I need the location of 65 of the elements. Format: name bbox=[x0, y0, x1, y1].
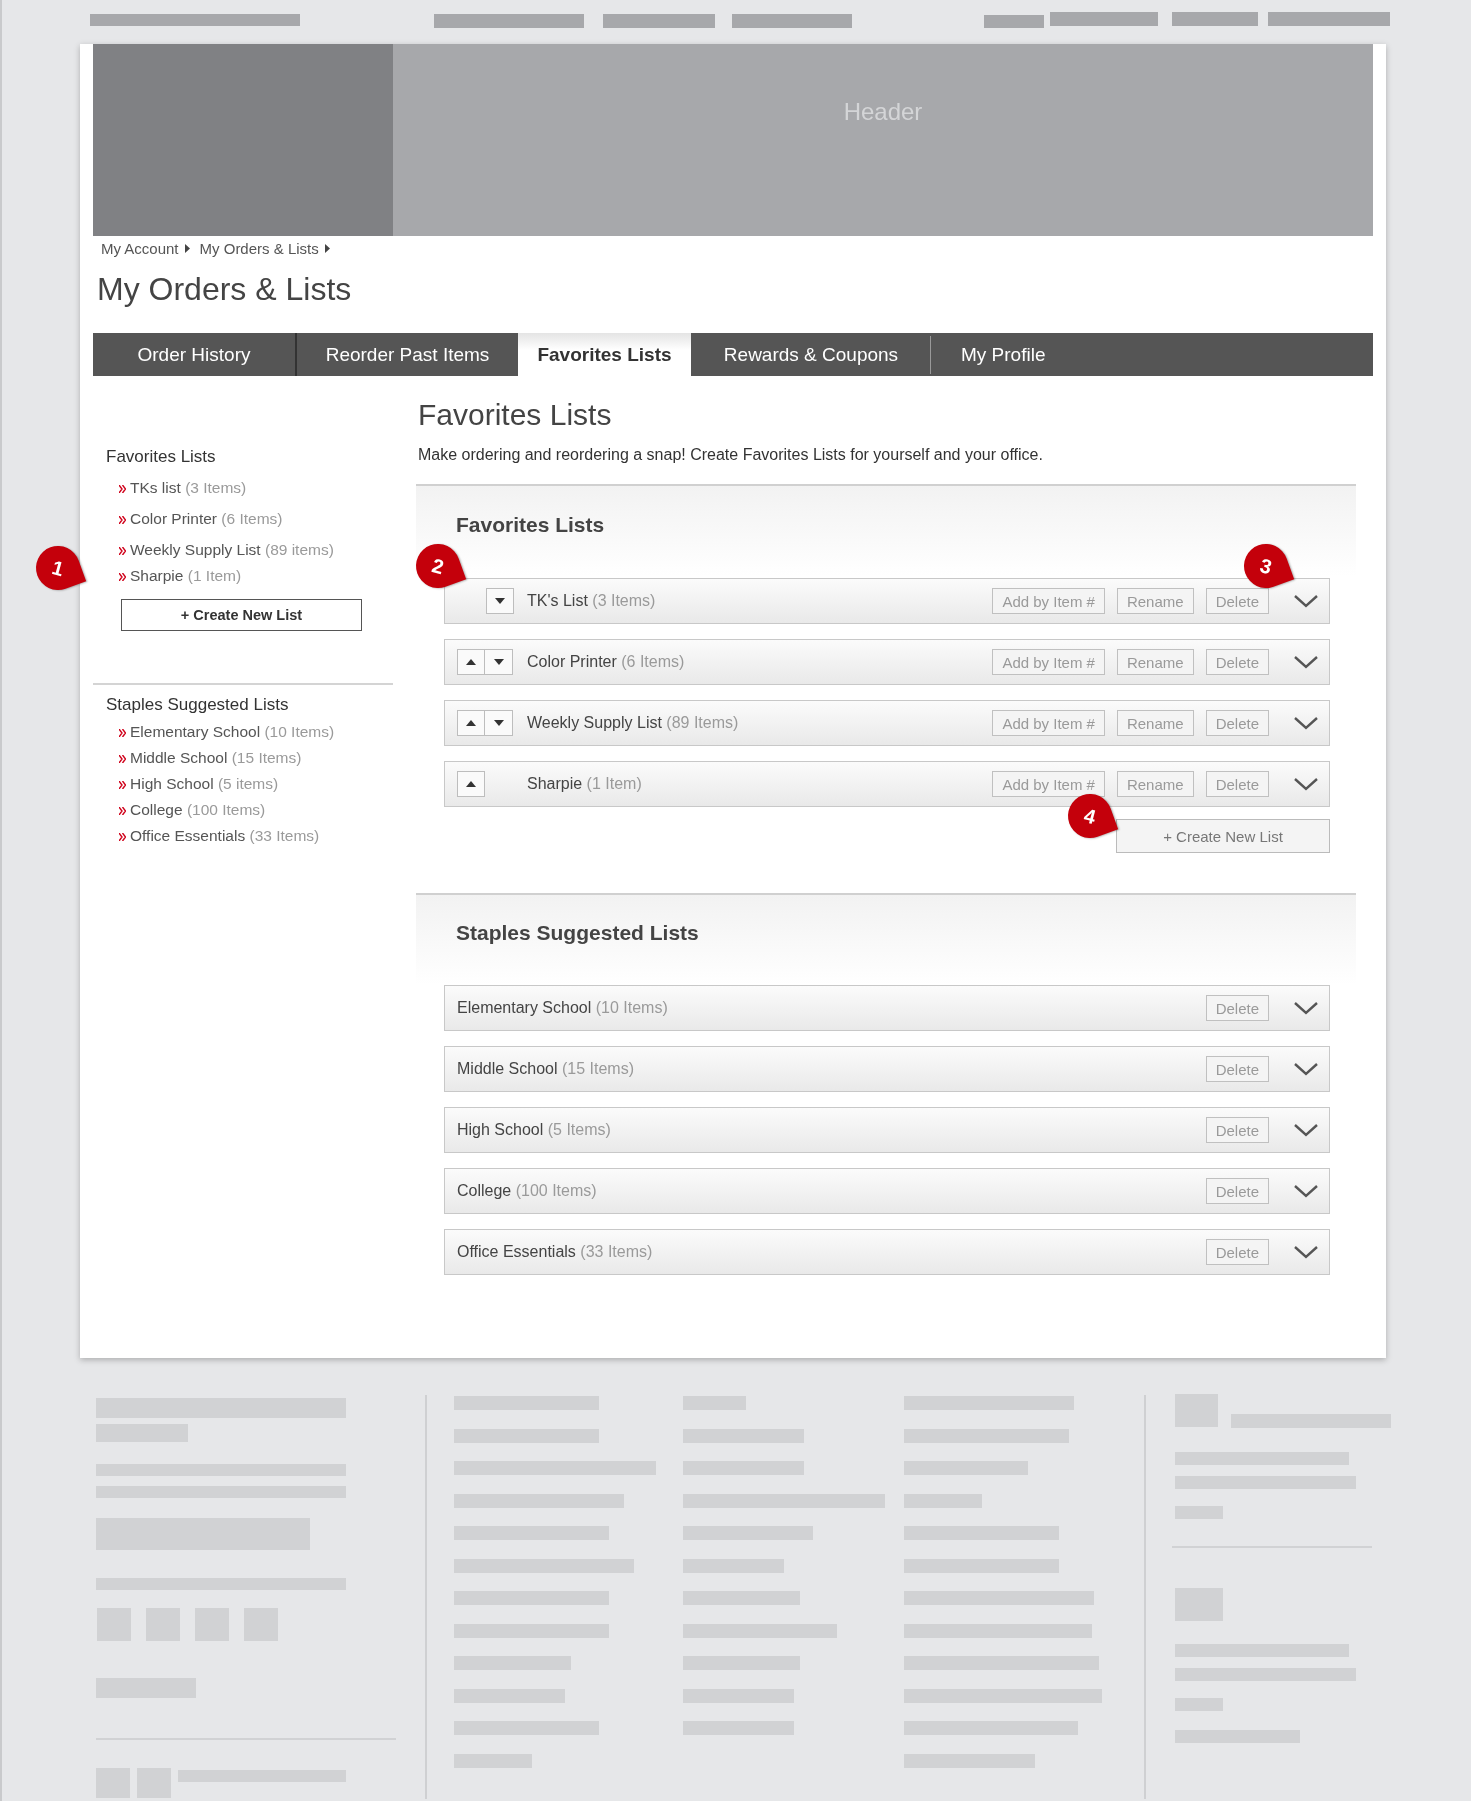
list-name[interactable]: College (100 Items) bbox=[457, 1182, 1194, 1200]
chevron-down-icon[interactable] bbox=[1293, 715, 1319, 731]
double-chevron-icon bbox=[119, 485, 126, 493]
breadcrumb-link[interactable]: My Orders & Lists bbox=[199, 240, 319, 257]
list-name[interactable]: Middle School (15 Items) bbox=[457, 1060, 1194, 1078]
panel-heading: Favorites Lists bbox=[456, 513, 605, 537]
panel-heading: Staples Suggested Lists bbox=[456, 921, 699, 945]
sidebar-list-link[interactable]: TKs list (3 Items) bbox=[119, 479, 393, 497]
double-chevron-icon bbox=[119, 755, 126, 763]
list-name[interactable]: Weekly Supply List (89 Items) bbox=[527, 714, 981, 732]
double-chevron-icon bbox=[119, 573, 126, 581]
create-new-list-button[interactable]: + Create New List bbox=[121, 599, 362, 631]
tab[interactable]: Order History bbox=[93, 333, 295, 376]
sidebar-list-link[interactable]: Office Essentials (33 Items) bbox=[119, 827, 393, 845]
caret-down-icon bbox=[493, 659, 504, 665]
sidebar-list-link[interactable]: Elementary School (10 Items) bbox=[119, 723, 393, 741]
caret-up-icon bbox=[466, 659, 476, 665]
breadcrumb-link[interactable]: My Account bbox=[101, 240, 179, 257]
list-name[interactable]: TK's List (3 Items) bbox=[527, 592, 981, 610]
move-up-button[interactable] bbox=[457, 649, 485, 675]
move-up-button[interactable] bbox=[457, 710, 485, 736]
caret-right-icon bbox=[324, 244, 330, 253]
move-down-button[interactable] bbox=[485, 649, 513, 675]
chevron-down-icon[interactable] bbox=[1293, 776, 1319, 792]
double-chevron-icon bbox=[119, 516, 126, 524]
move-down-button[interactable] bbox=[485, 710, 513, 736]
caret-up-icon bbox=[466, 781, 476, 787]
double-chevron-icon bbox=[119, 833, 126, 841]
sidebar-list-link[interactable]: High School (5 items) bbox=[119, 775, 393, 793]
sidebar-heading: Favorites Lists bbox=[106, 447, 217, 467]
list-name[interactable]: Color Printer (6 Items) bbox=[527, 653, 981, 671]
list-name[interactable]: High School (5 Items) bbox=[457, 1121, 1194, 1139]
double-chevron-icon bbox=[119, 807, 126, 815]
page-title: My Orders & Lists bbox=[97, 271, 353, 308]
caret-down-icon bbox=[495, 598, 505, 604]
list-name[interactable]: Elementary School (10 Items) bbox=[457, 999, 1194, 1017]
sidebar-list-link[interactable]: Middle School (15 Items) bbox=[119, 749, 393, 767]
list-name[interactable]: Sharpie (1 Item) bbox=[527, 775, 981, 793]
chevron-down-icon[interactable] bbox=[1293, 1000, 1319, 1016]
double-chevron-icon bbox=[119, 729, 126, 737]
create-new-list-button[interactable]: + Create New List bbox=[1116, 819, 1330, 853]
move-down-button[interactable] bbox=[486, 588, 514, 614]
tab[interactable]: Favorites Lists bbox=[518, 333, 691, 376]
chevron-down-icon[interactable] bbox=[1293, 1122, 1319, 1138]
section-title: Favorites Lists bbox=[418, 398, 613, 432]
tab[interactable]: My Profile bbox=[931, 333, 1046, 376]
chevron-down-icon[interactable] bbox=[1293, 1061, 1319, 1077]
sidebar-heading: Staples Suggested Lists bbox=[106, 695, 290, 715]
double-chevron-icon bbox=[119, 781, 126, 789]
chevron-down-icon[interactable] bbox=[1293, 1183, 1319, 1199]
caret-right-icon bbox=[184, 244, 190, 253]
caret-down-icon bbox=[493, 720, 504, 726]
caret-up-icon bbox=[466, 720, 476, 726]
sidebar-list-link[interactable]: Sharpie (1 Item) bbox=[119, 567, 393, 585]
list-name[interactable]: Office Essentials (33 Items) bbox=[457, 1243, 1194, 1261]
chevron-down-icon[interactable] bbox=[1293, 1244, 1319, 1260]
chevron-down-icon[interactable] bbox=[1293, 654, 1319, 670]
tab[interactable]: Rewards & Coupons bbox=[691, 333, 931, 376]
sidebar-list-link[interactable]: Weekly Supply List (89 items) bbox=[119, 541, 393, 559]
sidebar-list-link[interactable]: College (100 Items) bbox=[119, 801, 393, 819]
move-up-button[interactable] bbox=[457, 771, 485, 797]
chevron-down-icon[interactable] bbox=[1293, 593, 1319, 609]
double-chevron-icon bbox=[119, 547, 126, 555]
sidebar-list-link[interactable]: Color Printer (6 Items) bbox=[119, 510, 393, 528]
description: Make ordering and reordering a snap! Create Favorites Lists for yourself and your office. bbox=[418, 446, 1044, 464]
